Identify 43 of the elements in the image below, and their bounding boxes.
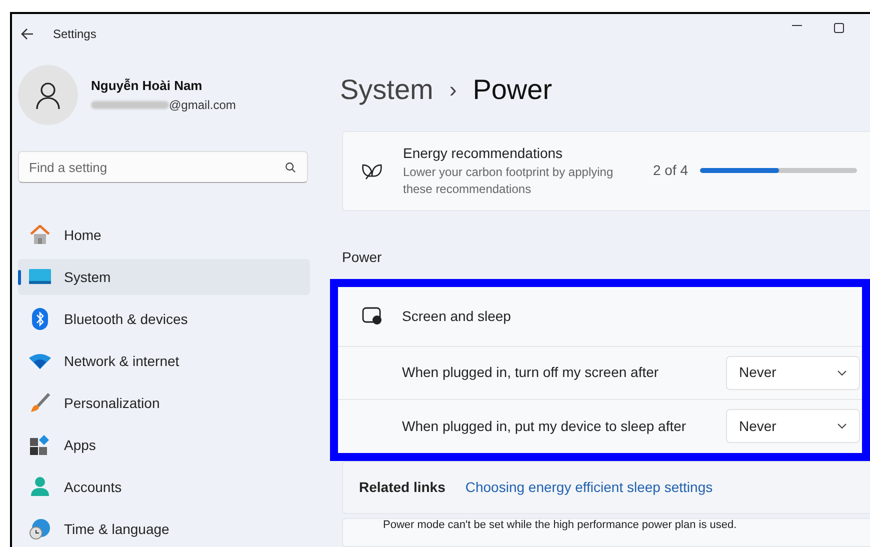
related-links-label: Related links bbox=[359, 478, 446, 497]
nav-item[interactable]: Personalization bbox=[18, 385, 310, 421]
dropdown[interactable]: Never bbox=[726, 409, 860, 444]
nav-item[interactable]: Home bbox=[18, 217, 310, 253]
breadcrumb-link[interactable]: System bbox=[340, 68, 434, 111]
search-field[interactable]: Find a setting bbox=[18, 151, 308, 183]
wifi-icon bbox=[28, 353, 52, 369]
paintbrush-icon bbox=[28, 393, 52, 413]
link[interactable]: Choosing energy efficient sleep settings bbox=[465, 476, 713, 498]
person-icon bbox=[28, 476, 52, 498]
maximize-icon[interactable] bbox=[834, 23, 844, 34]
apps-icon bbox=[28, 435, 52, 455]
dropdown[interactable]: Never bbox=[726, 356, 860, 390]
back-arrow-icon[interactable] bbox=[20, 26, 34, 40]
nav-item[interactable]: Time & language bbox=[18, 511, 310, 547]
setting-label: When plugged in, turn off my screen after bbox=[402, 363, 660, 382]
notice-text: Power mode can't be set while the high performance power plan is used. bbox=[383, 519, 737, 532]
screen-moon-icon bbox=[362, 307, 382, 326]
monitor-icon bbox=[28, 269, 52, 285]
nav-item[interactable]: Accounts bbox=[18, 469, 310, 505]
window-title: Settings bbox=[53, 26, 96, 42]
search-icon bbox=[285, 162, 296, 173]
globe-clock-icon bbox=[28, 518, 52, 540]
nav-item[interactable]: Apps bbox=[18, 427, 310, 463]
minimize-icon[interactable] bbox=[792, 24, 802, 26]
card-title: Screen and sleep bbox=[402, 306, 511, 326]
nav-item[interactable]: Network & internet bbox=[18, 343, 310, 379]
profile-email: @gmail.com bbox=[169, 96, 236, 114]
setting-label: When plugged in, put my device to sleep after bbox=[402, 416, 688, 436]
energy-title: Energy recommendations bbox=[403, 144, 564, 164]
nav-item[interactable]: System bbox=[18, 259, 310, 295]
chevron-down-icon bbox=[837, 370, 847, 376]
leaf-icon bbox=[361, 162, 383, 180]
progress-count: 2 of 4 bbox=[653, 161, 688, 180]
energy-card[interactable]: Energy recommendations Lower your carbon footprint by applying these recommendations 2 of 4 bbox=[342, 130, 870, 211]
chevron-down-icon bbox=[837, 423, 847, 430]
energy-description: Lower your carbon footprint by applying these recommendations bbox=[403, 164, 614, 198]
profile-name: Nguyễn Hoài Nam bbox=[91, 77, 204, 96]
nav-item[interactable]: Bluetooth & devices bbox=[18, 301, 310, 337]
section-heading: Power bbox=[342, 248, 383, 267]
home-icon bbox=[28, 225, 52, 245]
breadcrumb-separator: › bbox=[449, 76, 457, 104]
page-title: Power bbox=[472, 72, 552, 107]
